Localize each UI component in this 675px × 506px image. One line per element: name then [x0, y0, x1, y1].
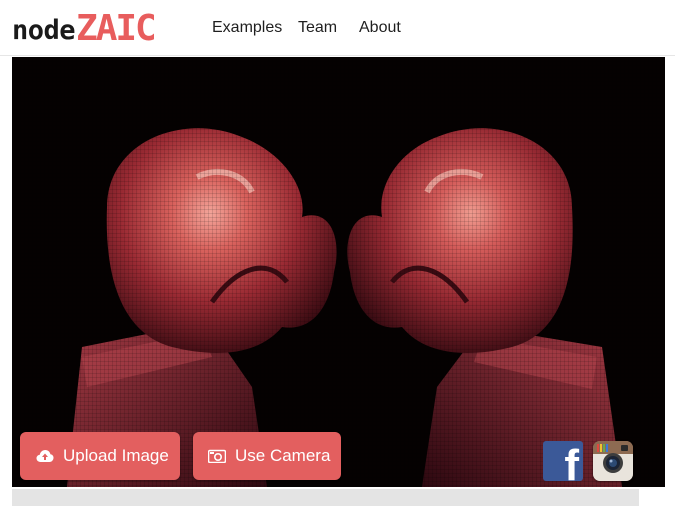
nav-examples[interactable]: Examples	[212, 18, 282, 38]
upload-image-label: Upload Image	[63, 446, 169, 465]
content-strip	[12, 489, 639, 506]
camera-icon	[208, 447, 226, 465]
upload-image-button[interactable]: Upload Image	[20, 432, 180, 480]
boxing-gloves-image	[12, 57, 665, 487]
use-camera-button[interactable]: Use Camera	[193, 432, 341, 480]
facebook-glyph: f	[564, 441, 579, 482]
site-header: node ZAIC Examples Team About	[0, 0, 675, 56]
facebook-icon[interactable]: f	[543, 441, 583, 481]
mosaic-image-preview	[12, 57, 665, 487]
logo-text-node: node	[12, 15, 76, 46]
nav-team[interactable]: Team	[298, 18, 337, 38]
cloud-upload-icon	[36, 447, 54, 465]
instagram-icon[interactable]	[593, 441, 633, 481]
use-camera-label: Use Camera	[235, 446, 331, 465]
site-logo[interactable]: node ZAIC	[12, 6, 157, 49]
nav-about[interactable]: About	[359, 18, 401, 38]
logo-text-zaic: ZAIC	[76, 8, 157, 49]
